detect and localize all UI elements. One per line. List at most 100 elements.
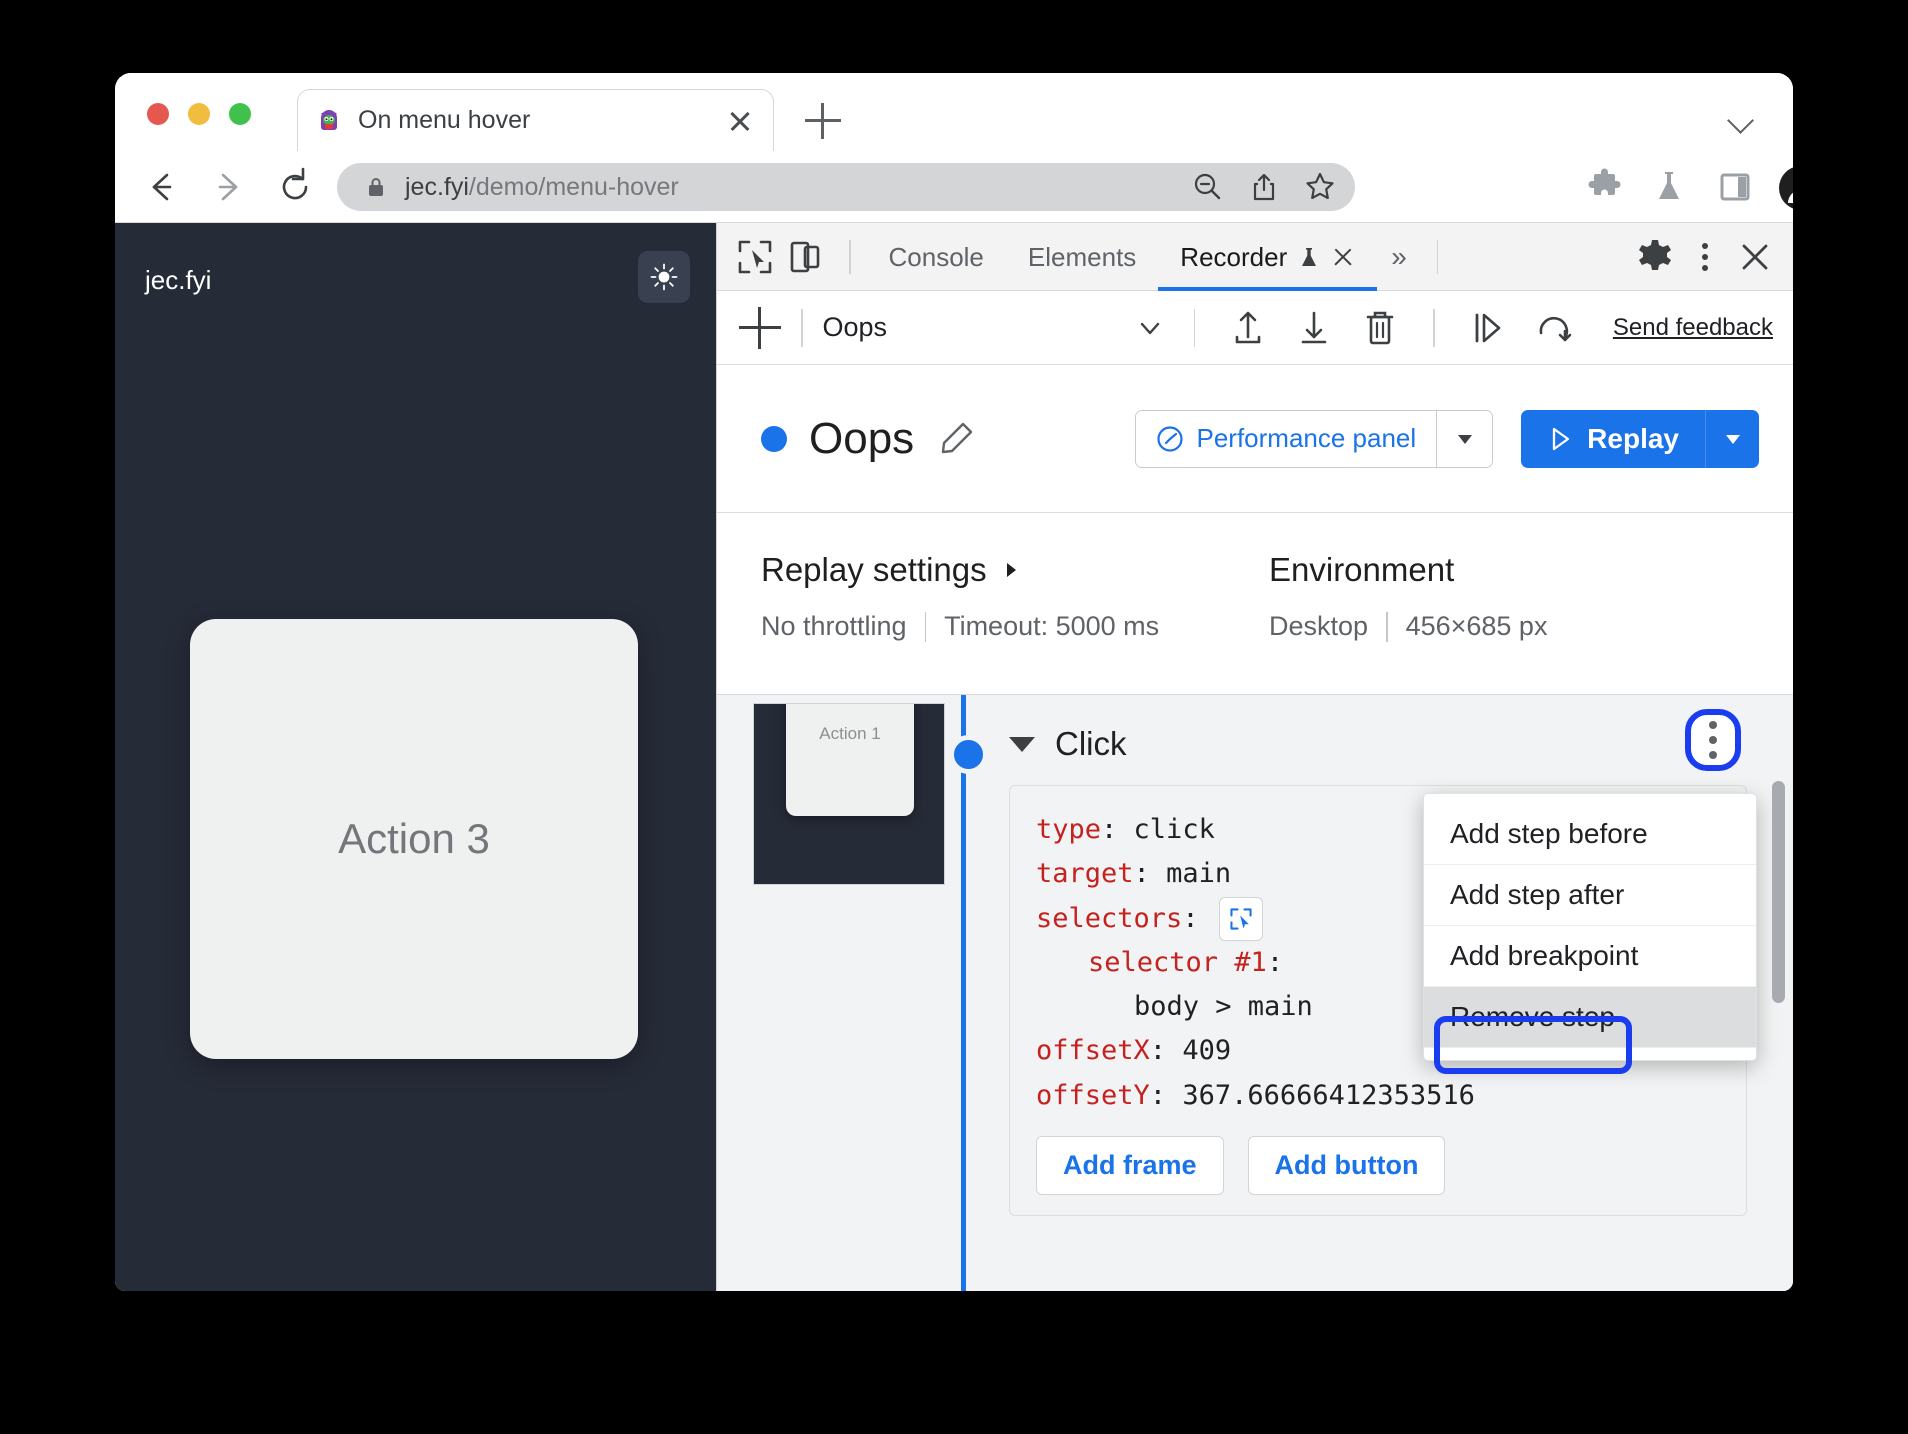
selector-picker-icon[interactable] [1218, 896, 1263, 941]
replay-dropdown[interactable] [1705, 409, 1759, 468]
performance-panel-dropdown[interactable] [1436, 410, 1493, 467]
step-field-value[interactable]: main [1166, 852, 1231, 896]
recording-select-label: Oops [822, 312, 888, 342]
caret-down-icon [1725, 434, 1740, 444]
step-timeline [945, 695, 988, 1291]
flask-icon[interactable] [1649, 167, 1689, 207]
tab-elements[interactable]: Elements [1006, 223, 1158, 291]
replay-settings-toggle[interactable]: Replay settings [761, 551, 1269, 589]
step-play-icon[interactable] [1467, 307, 1509, 349]
avatar-icon[interactable] [1778, 165, 1793, 211]
menu-item-remove-step[interactable]: Remove step [1424, 987, 1756, 1048]
replay-button[interactable]: Replay [1521, 409, 1705, 468]
sun-icon [650, 263, 678, 291]
three-dot-vertical-icon[interactable] [1683, 235, 1727, 279]
browser-tab-on-menu-hover[interactable]: On menu hover [297, 89, 774, 151]
lock-icon [369, 178, 383, 196]
step-detail-column: Click type: click target: main selectors… [981, 695, 1793, 1291]
theme-toggle-button[interactable] [638, 251, 690, 303]
add-button-button[interactable]: Add button [1247, 1135, 1446, 1195]
step-menu-button[interactable] [1685, 709, 1741, 771]
menu-item-add-step-after[interactable]: Add step after [1424, 865, 1756, 926]
step-field-value[interactable]: click [1134, 808, 1215, 852]
forward-arrow-icon[interactable] [207, 165, 251, 209]
back-arrow-icon[interactable] [139, 165, 183, 209]
tab-close-icon[interactable] [725, 106, 755, 136]
divider [1193, 308, 1196, 347]
side-panel-icon[interactable] [1715, 167, 1755, 207]
three-dot-vertical-icon [1709, 751, 1717, 759]
gear-icon[interactable] [1633, 235, 1677, 279]
action-3-card[interactable]: Action 3 [190, 619, 638, 1059]
step-field-key: selectors [1036, 902, 1183, 934]
replay-settings-heading: Replay settings [761, 551, 987, 588]
step-field-value[interactable]: body > main [1134, 985, 1313, 1029]
environment-values: Desktop 456×685 px [1269, 611, 1777, 642]
new-tab-button[interactable] [805, 103, 841, 139]
tab-recorder[interactable]: Recorder [1158, 223, 1377, 291]
page-viewport: jec.fyi Action 3 [115, 223, 716, 1291]
chevron-down-icon[interactable] [1727, 107, 1753, 133]
step-screenshot-column: Action 1 [717, 695, 945, 1291]
inspect-cursor-icon[interactable] [733, 235, 777, 279]
step-screenshot-thumbnail[interactable]: Action 1 [753, 703, 945, 885]
add-recording-button[interactable] [739, 306, 781, 349]
divider [801, 308, 803, 347]
window-traffic-lights [147, 103, 251, 125]
star-icon[interactable] [1303, 170, 1337, 204]
divider [1436, 239, 1439, 274]
address-bar[interactable]: jec.fyi/demo/menu-hover [337, 163, 1355, 211]
timeout-value: Timeout: 5000 ms [944, 611, 1160, 641]
trash-icon[interactable] [1359, 307, 1401, 349]
maximize-window-button[interactable] [229, 103, 251, 125]
tab-console[interactable]: Console [867, 223, 1006, 291]
menu-item-add-step-before[interactable]: Add step before [1424, 804, 1756, 865]
performance-panel-button[interactable]: Performance panel [1136, 410, 1437, 467]
tab-strip: On menu hover [115, 73, 1793, 151]
recording-select[interactable]: Oops [823, 312, 1174, 344]
step-field-value[interactable]: 367.66666412353516 [1182, 1074, 1475, 1118]
replay-undo-icon[interactable] [1533, 307, 1575, 349]
caret-down-icon [1457, 434, 1472, 444]
steps-scrollbar[interactable] [1772, 781, 1785, 1003]
export-upload-icon[interactable] [1227, 307, 1269, 349]
pencil-icon[interactable] [938, 421, 974, 457]
step-action-buttons: Add frame Add button [1036, 1135, 1720, 1195]
three-dot-vertical-icon [1709, 736, 1717, 744]
throttling-value: No throttling [761, 611, 907, 641]
add-frame-button[interactable]: Add frame [1036, 1135, 1224, 1195]
page-brand: jec.fyi [145, 265, 212, 295]
close-icon[interactable] [1733, 235, 1777, 279]
step-header[interactable]: Click [1009, 719, 1753, 769]
performance-panel-label: Performance panel [1196, 423, 1417, 453]
recorder-toolbar: Oops Send feedback [717, 291, 1793, 365]
timeline-line [961, 695, 966, 1291]
settings-section: Replay settings No throttling Timeout: 5… [717, 513, 1793, 695]
more-tabs-icon[interactable]: » [1377, 241, 1421, 273]
reload-icon[interactable] [273, 165, 317, 209]
recording-status-dot [761, 425, 787, 452]
menu-item-add-breakpoint[interactable]: Add breakpoint [1424, 926, 1756, 987]
step-field-value[interactable]: 409 [1182, 1029, 1231, 1073]
three-dot-vertical-icon [1709, 721, 1717, 729]
steps-area: Action 1 Click type: click target: mai… [717, 695, 1793, 1291]
share-icon[interactable] [1247, 170, 1281, 204]
device-toolbar-icon[interactable] [783, 235, 827, 279]
puzzle-icon[interactable] [1585, 167, 1625, 207]
step-title: Click [1055, 725, 1127, 762]
tab-console-label: Console [888, 241, 984, 272]
device-value: Desktop [1269, 611, 1369, 641]
step-field-offsety: offsetY: 367.66666412353516 [1036, 1074, 1720, 1118]
caret-down-icon[interactable] [1009, 736, 1035, 752]
recording-header: Oops Performance panel Replay [717, 365, 1793, 513]
close-window-button[interactable] [147, 103, 169, 125]
performance-gauge-icon [1157, 425, 1184, 452]
tab-recorder-close-icon[interactable] [1331, 245, 1355, 269]
play-triangle-icon [1553, 427, 1570, 450]
step-field-key: type [1036, 814, 1102, 845]
minimize-window-button[interactable] [188, 103, 210, 125]
thumbnail-action-card: Action 1 [786, 704, 914, 816]
zoom-out-icon[interactable] [1191, 170, 1225, 204]
send-feedback-link[interactable]: Send feedback [1587, 314, 1773, 342]
import-download-icon[interactable] [1293, 307, 1335, 349]
